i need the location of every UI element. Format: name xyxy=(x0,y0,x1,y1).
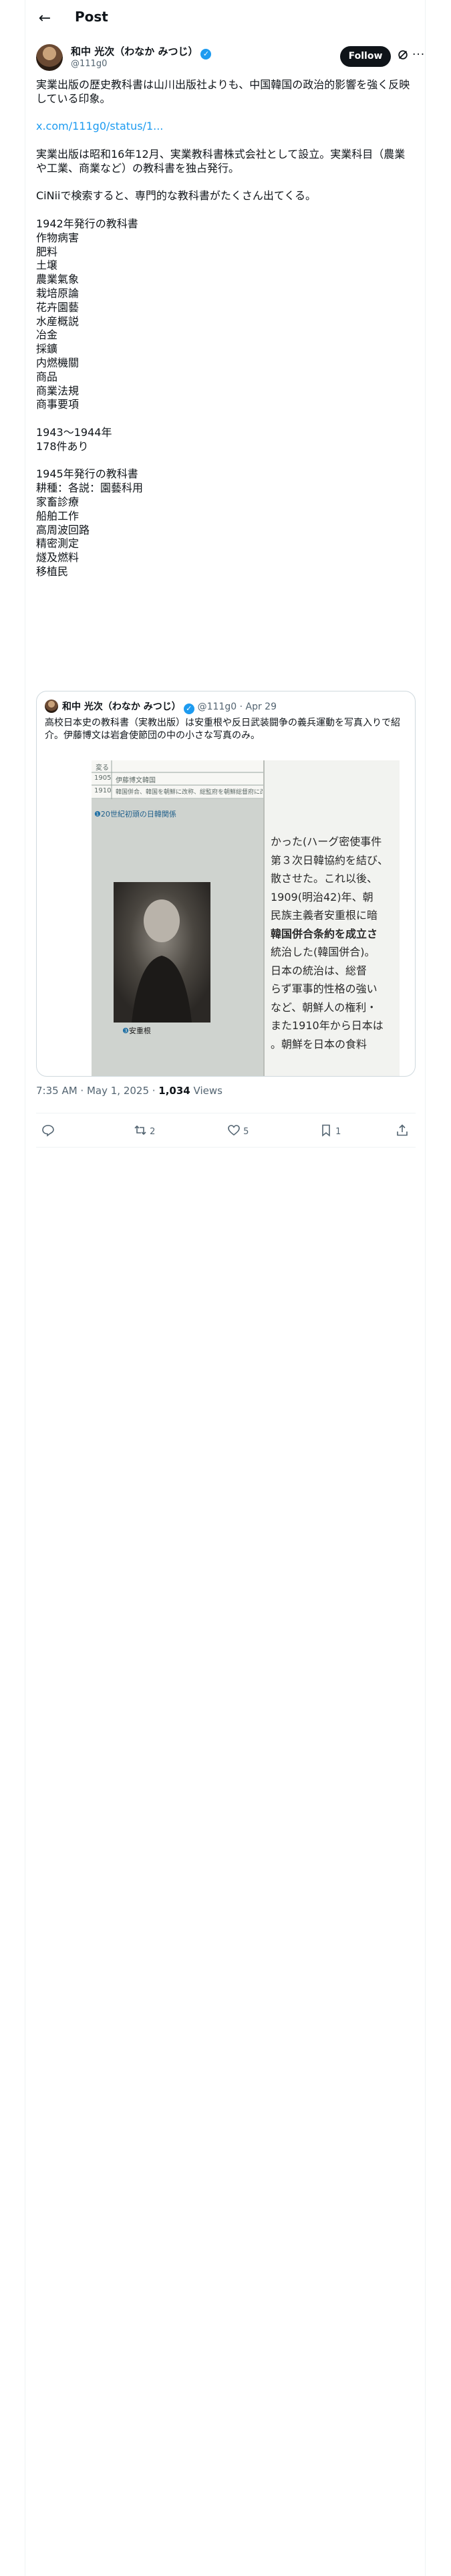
action-bar: 2 5 1 xyxy=(36,1113,416,1147)
share-icon xyxy=(397,1124,408,1136)
table-row-text: 韓国併合、韓国を朝鮮に改称、総監府を朝鮮総督府に改編 xyxy=(116,789,263,796)
quote-handle: @111g0 xyxy=(197,702,237,712)
divider xyxy=(36,1147,416,1148)
table-row-year: 1905 xyxy=(94,774,112,782)
bookmark-count: 1 xyxy=(335,1127,341,1137)
reply-button[interactable] xyxy=(41,1123,55,1137)
post-paragraph: 1945年発行の教科書 耕種：各説：園藝科用 家畜診療 船舶工作 高周波回路 精… xyxy=(36,467,144,578)
repost-button[interactable]: 2 xyxy=(134,1123,155,1137)
page-title: Post xyxy=(75,9,108,25)
post-paragraph: 実業出版の歴史教科書は山川出版社よりも、中国韓国の政治的影響を強く反映している印… xyxy=(36,78,410,105)
like-count: 5 xyxy=(243,1127,249,1137)
quoted-post[interactable]: 和中 光次（わなか みつじ） ✓ @111g0 · Apr 29 高校日本史の教科… xyxy=(36,691,416,1077)
repost-count: 2 xyxy=(150,1127,156,1137)
views-count: 1,034 xyxy=(158,1085,190,1097)
like-button[interactable]: 5 xyxy=(227,1123,249,1137)
textbook-photo[interactable]: 変る 1905 伊藤博文韓国 1910 韓国併合、韓国を朝鮮に改称、総監府を朝鮮… xyxy=(92,760,400,1076)
repost-icon xyxy=(134,1125,146,1136)
author-name[interactable]: 和中 光次（わなか みつじ） ✓ xyxy=(71,44,212,60)
views-label: Views xyxy=(190,1085,222,1097)
top-bar: ← Post xyxy=(25,0,426,37)
quote-author-name: 和中 光次（わなか みつじ） xyxy=(62,702,181,712)
more-icon[interactable]: ··· xyxy=(412,48,425,62)
post-timestamp[interactable]: 7:35 AM · May 1, 2025 · xyxy=(36,1085,158,1097)
post-link[interactable]: x.com/111g0/status/1... xyxy=(36,120,416,134)
quote-date: Apr 29 xyxy=(245,702,277,712)
author-handle[interactable]: @111g0 xyxy=(71,59,107,69)
post-paragraph: 1942年発行の教科書 作物病害 肥料 土壌 農業氣象 栽培原論 花卉園藝 水産… xyxy=(36,217,138,411)
post-column: ← Post 和中 光次（わなか みつじ） ✓ @111g0 Follow ···… xyxy=(25,0,426,2576)
bookmark-button[interactable]: 1 xyxy=(319,1123,341,1137)
verified-badge-icon: ✓ xyxy=(200,49,212,60)
table-row-text: 変る xyxy=(96,764,109,772)
table-row-text: 伊藤博文韓国 xyxy=(116,777,156,784)
textbook-body: かった(ハーグ密使事件 第３次日韓協約を結び、 散させた。これ以後、 1909(… xyxy=(271,835,389,1051)
grok-icon[interactable] xyxy=(397,49,409,64)
arrow-left-icon[interactable]: ← xyxy=(36,10,53,27)
post-paragraph: CiNiiで検索すると、専門的な教科書がたくさん出てくる。 xyxy=(36,189,317,203)
table-row-year: 1910 xyxy=(94,787,112,794)
share-button[interactable] xyxy=(396,1123,409,1137)
reply-icon xyxy=(42,1125,54,1137)
heart-icon xyxy=(228,1125,240,1136)
post-text: 実業出版の歴史教科書は山川出版社よりも、中国韓国の政治的影響を強く反映している印… xyxy=(36,78,416,579)
verified-badge-icon: ✓ xyxy=(183,704,194,714)
post-meta: 7:35 AM · May 1, 2025 · 1,034 Views xyxy=(36,1085,222,1097)
quote-header: 和中 光次（わなか みつじ） ✓ @111g0 · Apr 29 xyxy=(62,702,277,714)
bookmark-icon xyxy=(322,1124,330,1137)
quote-avatar xyxy=(45,700,58,713)
follow-button[interactable]: Follow xyxy=(340,46,391,67)
avatar[interactable] xyxy=(36,44,63,71)
photo-caption: ❸安重根 xyxy=(122,1027,151,1035)
post-paragraph: 実業出版は昭和16年12月、実業教科書株式会社として設立。実業科目（農業や工業、… xyxy=(36,147,406,175)
map-caption: ❶20世紀初頭の日韓関係 xyxy=(94,810,176,819)
post-paragraph: 1943〜1944年 178件あり xyxy=(36,425,112,453)
quote-text: 高校日本史の教科書（実教出版）は安重根や反日武装闘争の義兵運動を写真入りで紹介。… xyxy=(45,718,400,741)
